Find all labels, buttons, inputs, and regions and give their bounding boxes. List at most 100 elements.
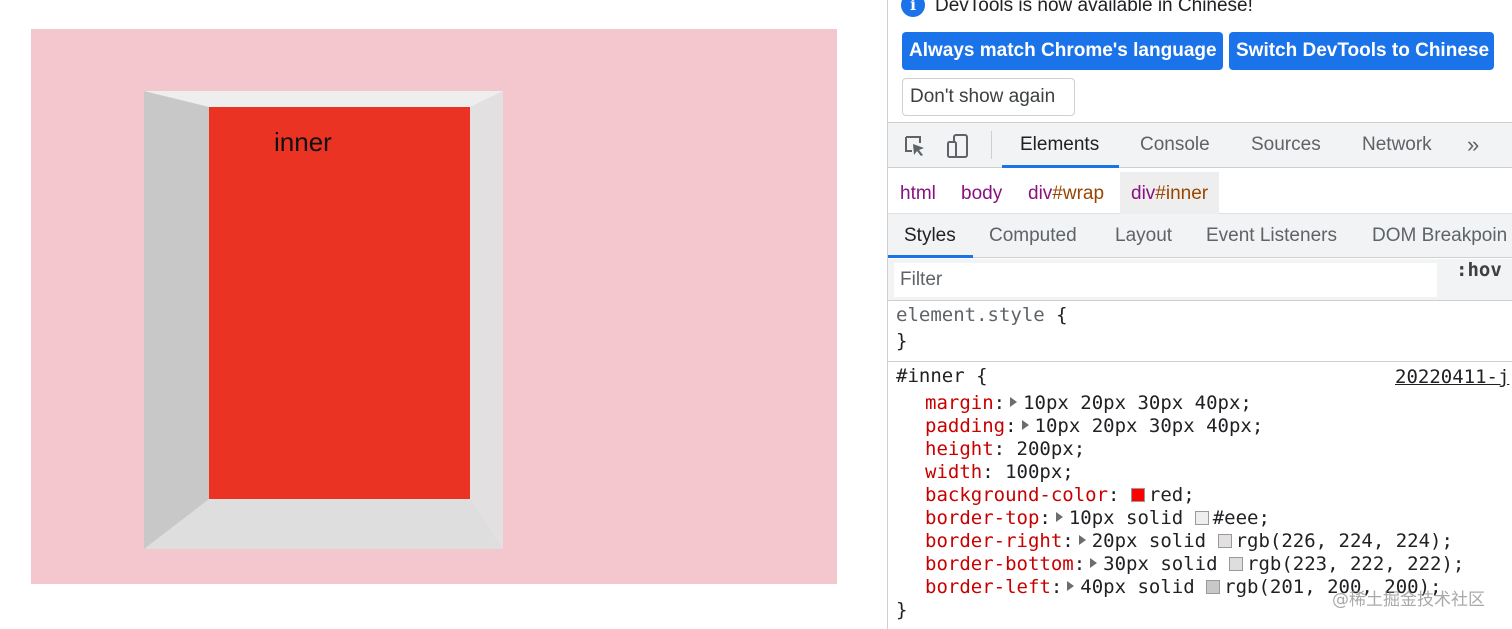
toolbar-separator <box>991 131 992 159</box>
element-style-rule-close: } <box>896 330 908 352</box>
tab-network[interactable]: Network <box>1362 123 1432 168</box>
devtools-panel: i DevTools is now available in Chinese! … <box>887 0 1512 629</box>
declaration-border-bottom[interactable]: border-bottom: 30px solid rgb(223, 222, 2… <box>925 553 1464 576</box>
styles-filter-input[interactable] <box>894 263 1437 297</box>
breadcrumb-body[interactable]: body <box>961 172 1002 214</box>
language-infobar: i DevTools is now available in Chinese! … <box>888 0 1512 122</box>
property-value: rgb(223, 222, 222); <box>1247 553 1465 575</box>
hover-state-toggle[interactable]: :hov <box>1456 259 1502 301</box>
property-name: width <box>925 461 983 483</box>
element-style-rule-open[interactable]: element.style { <box>896 304 1068 327</box>
breadcrumb-tag: div <box>1028 183 1053 204</box>
declaration-background-color[interactable]: background-color: red; <box>925 484 1195 507</box>
property-value: 10px 20px 30px 40px; <box>1023 392 1252 414</box>
inner-text: inner <box>274 127 332 157</box>
info-icon: i <box>901 0 925 17</box>
property-name: border-top <box>925 507 1040 529</box>
property-name: border-bottom <box>925 553 1074 575</box>
rule-brace: { <box>1044 304 1068 326</box>
switch-to-chinese-button[interactable]: Switch DevTools to Chinese <box>1229 32 1494 70</box>
property-name: margin <box>925 392 994 414</box>
breadcrumb-div-wrap[interactable]: div#wrap <box>1028 172 1104 214</box>
tab-event-listeners[interactable]: Event Listeners <box>1206 214 1337 258</box>
watermark: @稀土掘金技术社区 <box>1332 590 1485 610</box>
property-value: 10px 20px 30px 40px; <box>1034 415 1264 437</box>
expand-arrow-icon[interactable] <box>1078 535 1086 545</box>
property-value-prefix: 20px solid <box>1091 530 1218 552</box>
property-value: 200px; <box>1016 438 1086 460</box>
property-name: background-color <box>925 484 1109 506</box>
tab-sources[interactable]: Sources <box>1251 123 1321 168</box>
tab-elements[interactable]: Elements <box>1020 123 1099 168</box>
declaration-border-right[interactable]: border-right: 20px solid rgb(226, 224, 22… <box>925 530 1453 553</box>
property-name: border-right <box>925 530 1063 552</box>
styles-pane: element.style { } #inner { 20220411-j ma… <box>888 302 1512 629</box>
property-value: rgb(226, 224, 224); <box>1235 530 1453 552</box>
property-value-prefix: 10px solid <box>1068 507 1195 529</box>
property-name: height <box>925 438 994 460</box>
property-name: border-left <box>925 576 1051 598</box>
property-value: #eee; <box>1212 507 1270 529</box>
inner-element[interactable]: inner <box>144 91 503 549</box>
property-value: red; <box>1148 484 1195 506</box>
expand-arrow-icon[interactable] <box>1021 420 1029 430</box>
colon: : <box>1108 484 1131 506</box>
tab-layout[interactable]: Layout <box>1115 214 1172 258</box>
dont-show-again-button[interactable]: Don't show again <box>902 78 1075 116</box>
rule-brace: { <box>964 365 988 387</box>
declaration-border-top[interactable]: border-top: 10px solid #eee; <box>925 507 1270 530</box>
colon: : <box>1062 530 1074 552</box>
styles-filter-bar: :hov <box>888 259 1512 301</box>
device-toolbar-icon[interactable] <box>945 133 971 159</box>
inner-rule-selector: #inner <box>896 365 965 387</box>
inner-rule-close: } <box>896 599 908 621</box>
element-style-selector: element.style <box>896 304 1045 326</box>
inspect-element-icon[interactable] <box>902 133 928 159</box>
dom-breadcrumb: html body div#wrap div#inner <box>888 172 1512 214</box>
more-tabs-chevron-icon[interactable]: » <box>1467 123 1479 168</box>
page-viewport: inner <box>0 0 887 629</box>
tab-computed[interactable]: Computed <box>989 214 1077 258</box>
active-tab-indicator <box>1002 165 1119 168</box>
colon: : <box>1039 507 1051 529</box>
colon: : <box>982 461 1006 483</box>
infobar-message: DevTools is now available in Chinese! <box>935 0 1253 16</box>
devtools-main-toolbar: Elements Console Sources Network » <box>888 122 1512 168</box>
property-value-prefix: 30px solid <box>1103 553 1230 575</box>
breadcrumb-tag: html <box>900 183 936 204</box>
breadcrumb-tag: div <box>1131 183 1156 204</box>
expand-arrow-icon[interactable] <box>1090 558 1098 568</box>
color-swatch[interactable] <box>1130 488 1145 502</box>
active-subtab-indicator <box>888 255 973 258</box>
expand-arrow-icon[interactable] <box>1010 397 1018 407</box>
colon: : <box>1005 415 1017 437</box>
expand-arrow-icon[interactable] <box>1067 581 1075 591</box>
declaration-width[interactable]: width: 100px; <box>925 461 1074 484</box>
declaration-margin[interactable]: margin: 10px 20px 30px 40px; <box>925 392 1252 415</box>
always-match-language-button[interactable]: Always match Chrome's language <box>902 32 1223 70</box>
color-swatch[interactable] <box>1194 511 1209 525</box>
color-swatch[interactable] <box>1206 580 1221 594</box>
color-swatch[interactable] <box>1229 557 1244 571</box>
breadcrumb-html[interactable]: html <box>900 172 936 214</box>
declaration-height[interactable]: height: 200px; <box>925 438 1085 461</box>
inner-rule-header[interactable]: #inner { <box>896 365 988 388</box>
tab-dom-breakpoints[interactable]: DOM Breakpoin <box>1372 214 1507 258</box>
wrap-element[interactable]: inner <box>31 29 837 584</box>
colon: : <box>1073 553 1086 575</box>
tab-console[interactable]: Console <box>1140 123 1210 168</box>
declaration-padding[interactable]: padding: 10px 20px 30px 40px; <box>925 415 1263 438</box>
stylesheet-source-link[interactable]: 20220411-j <box>1395 366 1509 389</box>
breadcrumb-id: #wrap <box>1052 183 1105 204</box>
breadcrumb-tag: body <box>961 183 1003 204</box>
rule-divider <box>888 361 1512 362</box>
elements-sidebar-tabs: Styles Computed Layout Event Listeners D… <box>888 214 1512 258</box>
tab-styles[interactable]: Styles <box>904 214 956 258</box>
colon: : <box>993 392 1006 414</box>
breadcrumb-id: #inner <box>1155 183 1209 204</box>
color-swatch[interactable] <box>1217 534 1232 548</box>
property-value: 100px; <box>1005 461 1074 483</box>
expand-arrow-icon[interactable] <box>1055 512 1063 522</box>
property-name: padding <box>925 415 1006 437</box>
breadcrumb-div-inner[interactable]: div#inner <box>1120 172 1220 214</box>
